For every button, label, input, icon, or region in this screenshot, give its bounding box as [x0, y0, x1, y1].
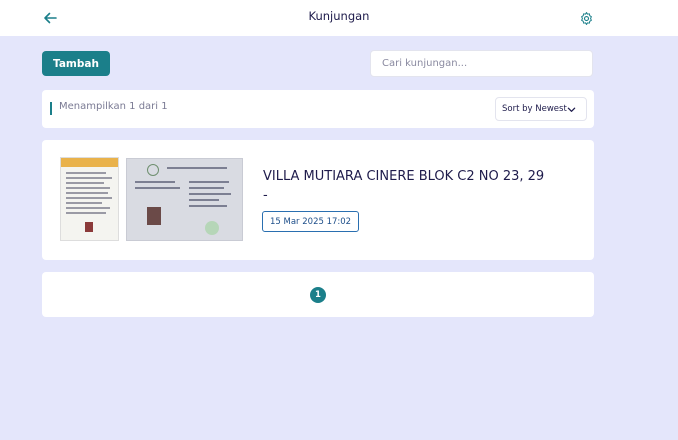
visit-date-badge: 15 Mar 2025 17:02 — [262, 211, 360, 232]
document-thumbnail-certificate[interactable] — [126, 158, 243, 241]
sort-dropdown[interactable]: Sort by Newest — [495, 97, 587, 121]
top-bar: Kunjungan — [0, 0, 678, 36]
visit-address: VILLA MUTIARA CINERE BLOK C2 NO 23, 29 - — [263, 169, 545, 203]
results-count: Menampilkan 1 dari 1 — [59, 101, 168, 112]
visit-card[interactable]: VILLA MUTIARA CINERE BLOK C2 NO 23, 29 -… — [42, 140, 594, 260]
chevron-down-icon — [567, 107, 576, 112]
document-thumbnail-kk[interactable] — [60, 157, 119, 241]
accent-marker — [50, 102, 52, 115]
gear-icon[interactable] — [579, 11, 594, 26]
search-input[interactable] — [370, 50, 593, 77]
pagination: 1 — [42, 272, 594, 317]
sort-label: Sort by Newest — [502, 104, 567, 114]
page-button-current[interactable]: 1 — [310, 287, 326, 303]
results-info-bar: Menampilkan 1 dari 1 Sort by Newest — [42, 90, 594, 128]
add-visit-button[interactable]: Tambah — [42, 51, 110, 76]
page-title: Kunjungan — [308, 9, 370, 23]
